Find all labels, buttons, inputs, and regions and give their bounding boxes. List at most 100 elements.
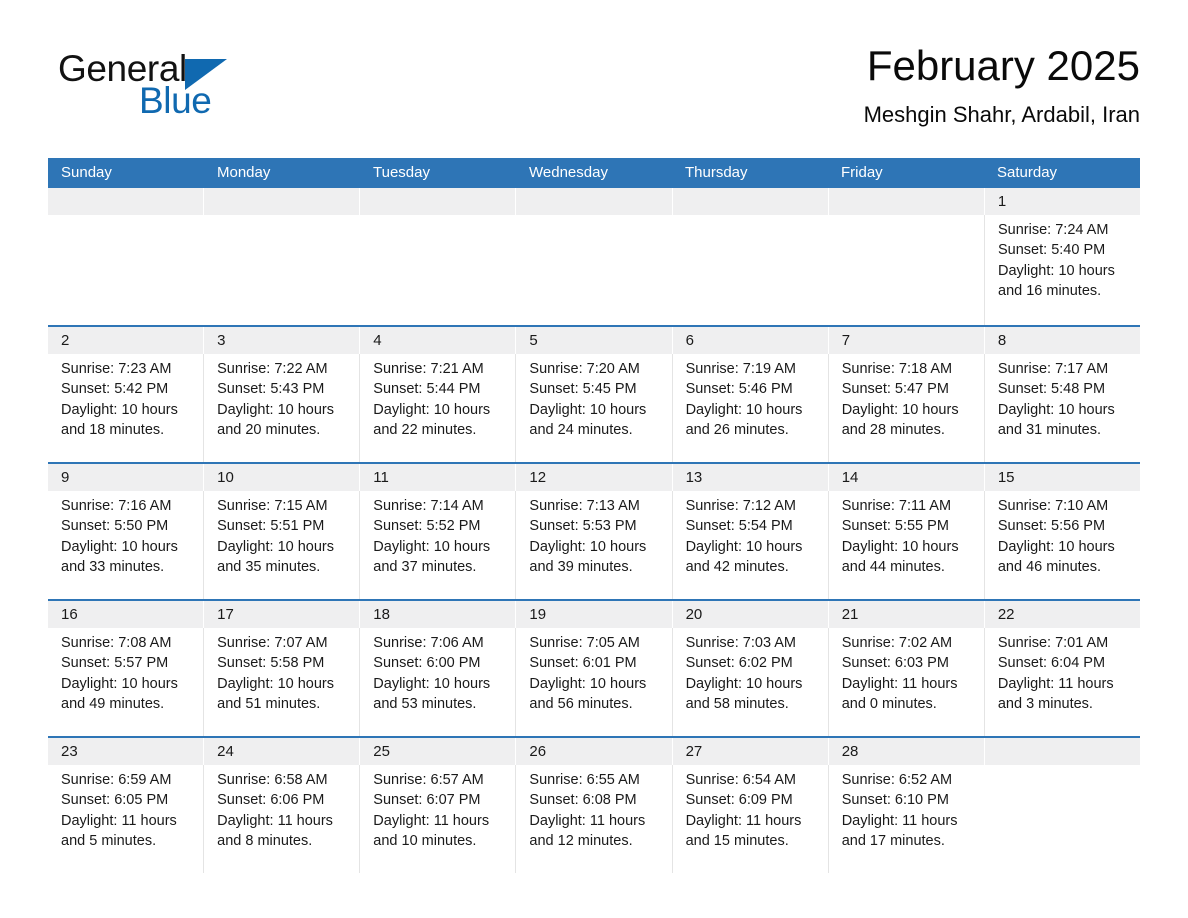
day-cell[interactable]: Sunrise: 7:07 AM Sunset: 5:58 PM Daylight:… [203, 628, 359, 736]
day-number[interactable]: 5 [515, 327, 671, 354]
day-cell[interactable]: Sunrise: 7:17 AM Sunset: 5:48 PM Daylight:… [983, 354, 1140, 462]
day-cell[interactable]: Sunrise: 7:15 AM Sunset: 5:51 PM Daylight:… [203, 491, 359, 599]
day-number[interactable]: 23 [48, 738, 203, 765]
sunrise-text: Sunrise: 7:24 AM [998, 222, 1109, 238]
day-number[interactable]: 14 [827, 464, 984, 491]
daylight-text-line2: and 12 minutes. [529, 832, 633, 849]
weekday-header-tuesday: Tuesday [373, 164, 430, 181]
day-cell[interactable]: Sunrise: 7:10 AM Sunset: 5:56 PM Daylight:… [983, 491, 1140, 599]
daylight-text-line1: Daylight: 10 hours [61, 675, 178, 692]
day-cell[interactable]: Sunrise: 7:08 AM Sunset: 5:57 PM Daylight:… [48, 628, 203, 736]
day-cell[interactable]: Sunrise: 6:58 AM Sunset: 6:06 PM Daylight:… [203, 765, 359, 873]
daylight-text-line1: Daylight: 10 hours [373, 401, 491, 418]
day-number[interactable]: 17 [203, 601, 359, 628]
day-number[interactable]: 3 [203, 327, 359, 354]
day-number[interactable]: 25 [359, 738, 515, 765]
daylight-text-line1: Daylight: 10 hours [997, 538, 1115, 555]
generalblue-logo[interactable]: General Blue [58, 48, 358, 138]
day-number[interactable]: 8 [983, 327, 1140, 354]
day-cell[interactable]: Sunrise: 7:16 AM Sunset: 5:50 PM Daylight:… [48, 491, 203, 599]
day-cell[interactable]: Sunrise: 7:21 AM Sunset: 5:44 PM Daylight:… [359, 354, 515, 462]
day-number[interactable]: 28 [827, 738, 984, 765]
day-cell[interactable]: Sunrise: 6:59 AM Sunset: 6:05 PM Daylight:… [48, 765, 203, 873]
calendar-week-row: 23 24 25 26 27 28 Sunrise: 6:59 AM Sunset: 6:05… [48, 736, 1140, 873]
day-detail-band: Sunrise: 7:23 AM Sunset: 5:42 PM Daylight:… [48, 354, 1140, 462]
day-cell[interactable]: Sunrise: 7:01 AM Sunset: 6:04 PM Daylight:… [983, 628, 1140, 736]
day-number[interactable]: 20 [671, 601, 828, 628]
day-cell[interactable]: Sunrise: 7:24 AM Sunset: 5:40 PM Daylight:… [984, 215, 1140, 325]
day-cell[interactable]: Sunrise: 7:03 AM Sunset: 6:02 PM Daylight:… [671, 628, 828, 736]
day-cell-empty [516, 215, 672, 325]
sunset-text: Sunset: 5:40 PM [998, 242, 1106, 259]
day-number[interactable]: 6 [671, 327, 828, 354]
sunrise-text: Sunrise: 6:57 AM [373, 772, 484, 788]
day-number[interactable]: 7 [827, 327, 984, 354]
daylight-text-line2: and 24 minutes. [529, 421, 633, 438]
day-number[interactable]: 18 [359, 601, 515, 628]
day-number[interactable]: 4 [359, 327, 515, 354]
calendar-page: General Blue February 2025 Meshgin Shahr… [0, 0, 1188, 918]
day-cell[interactable]: Sunrise: 7:13 AM Sunset: 5:53 PM Daylight:… [515, 491, 671, 599]
day-cell[interactable]: Sunrise: 7:02 AM Sunset: 6:03 PM Daylight:… [827, 628, 984, 736]
daylight-text-line2: and 53 minutes. [373, 695, 477, 712]
day-cell[interactable]: Sunrise: 6:55 AM Sunset: 6:08 PM Daylight:… [515, 765, 671, 873]
day-cell-empty [48, 215, 204, 325]
day-number[interactable]: 19 [515, 601, 671, 628]
sunrise-text: Sunrise: 7:23 AM [61, 361, 172, 377]
day-number[interactable]: 12 [515, 464, 671, 491]
day-cell[interactable]: Sunrise: 7:20 AM Sunset: 5:45 PM Daylight:… [515, 354, 671, 462]
sunrise-text: Sunrise: 6:55 AM [529, 772, 640, 788]
daylight-text-line1: Daylight: 11 hours [685, 812, 802, 829]
day-cell-empty [204, 215, 360, 325]
day-cell[interactable]: Sunrise: 7:11 AM Sunset: 5:55 PM Daylight:… [827, 491, 984, 599]
day-cell[interactable]: Sunrise: 7:12 AM Sunset: 5:54 PM Daylight:… [671, 491, 828, 599]
daylight-text-line2: and 3 minutes. [997, 695, 1093, 712]
sunset-text: Sunset: 5:47 PM [841, 381, 949, 398]
calendar-week-row: 16 17 18 19 20 21 22 Sunrise: 7:08 AM Sunset: 5:… [48, 599, 1140, 736]
day-number[interactable]: 15 [983, 464, 1140, 491]
daylight-text-line2: and 17 minutes. [841, 832, 945, 849]
day-number[interactable]: 10 [203, 464, 359, 491]
day-cell[interactable]: Sunrise: 7:18 AM Sunset: 5:47 PM Daylight:… [827, 354, 984, 462]
daylight-text-line1: Daylight: 10 hours [998, 262, 1115, 279]
day-number[interactable]: 13 [671, 464, 828, 491]
day-number[interactable]: 22 [983, 601, 1140, 628]
day-number-band: 23 24 25 26 27 28 [48, 738, 1140, 765]
sunset-text: Sunset: 5:45 PM [529, 381, 637, 398]
sunset-text: Sunset: 5:53 PM [529, 518, 637, 535]
daylight-text-line2: and 37 minutes. [373, 558, 477, 575]
day-cell[interactable]: Sunrise: 7:14 AM Sunset: 5:52 PM Daylight:… [359, 491, 515, 599]
day-number[interactable]: 11 [359, 464, 515, 491]
sunrise-text: Sunrise: 7:07 AM [217, 635, 328, 651]
day-number[interactable]: 9 [48, 464, 203, 491]
day-number[interactable]: 21 [827, 601, 984, 628]
sunrise-text: Sunrise: 6:59 AM [61, 772, 172, 788]
day-cell[interactable]: Sunrise: 6:52 AM Sunset: 6:10 PM Daylight:… [827, 765, 984, 873]
day-cell[interactable]: Sunrise: 7:05 AM Sunset: 6:01 PM Daylight:… [515, 628, 671, 736]
day-number[interactable]: 2 [48, 327, 203, 354]
daylight-text-line1: Daylight: 10 hours [529, 401, 647, 418]
day-cell[interactable]: Sunrise: 6:54 AM Sunset: 6:09 PM Daylight:… [671, 765, 828, 873]
daylight-text-line2: and 5 minutes. [61, 832, 157, 849]
sunset-text: Sunset: 6:07 PM [373, 792, 481, 809]
sunrise-text: Sunrise: 7:08 AM [61, 635, 172, 651]
sunrise-text: Sunrise: 6:52 AM [841, 772, 953, 788]
calendar-grid: Sunday Monday Tuesday Wednesday Thursday… [48, 158, 1140, 873]
daylight-text-line1: Daylight: 10 hours [373, 675, 491, 692]
day-cell[interactable]: Sunrise: 7:19 AM Sunset: 5:46 PM Daylight:… [671, 354, 828, 462]
day-number[interactable]: 26 [515, 738, 671, 765]
day-number[interactable]: 27 [671, 738, 828, 765]
day-cell[interactable]: Sunrise: 7:23 AM Sunset: 5:42 PM Daylight:… [48, 354, 203, 462]
daylight-text-line1: Daylight: 10 hours [373, 538, 491, 555]
weekday-header-wednesday: Wednesday [529, 164, 608, 181]
daylight-text-line2: and 8 minutes. [217, 832, 313, 849]
day-number[interactable]: 1 [983, 188, 1140, 215]
day-number[interactable]: 24 [203, 738, 359, 765]
sunrise-text: Sunrise: 7:15 AM [217, 498, 328, 514]
day-number[interactable]: 16 [48, 601, 203, 628]
day-cell[interactable]: Sunrise: 7:06 AM Sunset: 6:00 PM Daylight:… [359, 628, 515, 736]
daylight-text-line2: and 16 minutes. [998, 282, 1102, 299]
sunset-text: Sunset: 6:06 PM [217, 792, 325, 809]
day-cell[interactable]: Sunrise: 6:57 AM Sunset: 6:07 PM Daylight:… [359, 765, 515, 873]
day-cell[interactable]: Sunrise: 7:22 AM Sunset: 5:43 PM Daylight:… [203, 354, 359, 462]
